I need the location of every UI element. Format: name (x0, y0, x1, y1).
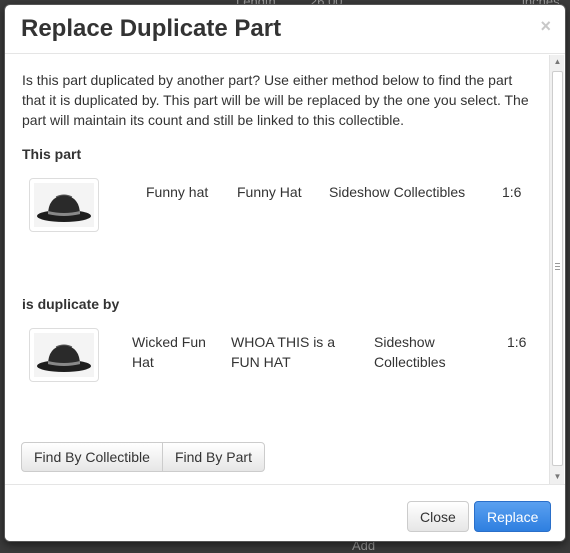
scroll-up-arrow-icon[interactable]: ▲ (550, 55, 565, 69)
this-part-label: This part (22, 146, 82, 162)
duplicate-part-description: WHOA THIS is a FUN HAT (231, 334, 335, 370)
this-part-description: Funny Hat (237, 184, 302, 200)
this-part-image (29, 178, 99, 232)
modal-body: Is this part duplicated by another part?… (5, 55, 549, 484)
duplicate-part-manufacturer: Sideshow Collectibles (374, 334, 446, 370)
fedora-hat-icon (34, 333, 94, 377)
modal-body-scrollbar[interactable]: ▲ ▼ (549, 55, 564, 484)
find-by-part-button[interactable]: Find By Part (161, 442, 265, 472)
scroll-down-arrow-icon[interactable]: ▼ (550, 470, 565, 484)
this-part-scale: 1:6 (502, 184, 522, 200)
find-method-button-group: Find By Collectible Find By Part (21, 442, 265, 472)
duplicate-part-name: Wicked Fun Hat (132, 334, 206, 370)
close-button[interactable]: Close (407, 501, 469, 532)
duplicate-by-label: is duplicate by (22, 296, 120, 312)
replace-duplicate-part-dialog: Replace Duplicate Part × Is this part du… (4, 4, 566, 542)
close-icon[interactable]: × (540, 17, 551, 35)
this-part-name: Funny hat (146, 184, 209, 200)
replace-button[interactable]: Replace (474, 501, 552, 532)
duplicate-part-image (29, 328, 99, 382)
fedora-hat-icon (34, 183, 94, 227)
modal-title: Replace Duplicate Part (21, 15, 282, 42)
intro-text: Is this part duplicated by another part?… (22, 72, 529, 128)
duplicate-part-scale: 1:6 (507, 334, 527, 350)
modal-header: Replace Duplicate Part × (5, 5, 565, 54)
this-part-manufacturer: Sideshow Collectibles (329, 184, 466, 200)
scrollbar-grip-icon (555, 263, 560, 270)
scrollbar-thumb[interactable] (552, 71, 563, 466)
find-by-collectible-button[interactable]: Find By Collectible (21, 442, 163, 472)
modal-footer: Close Replace (5, 484, 565, 541)
